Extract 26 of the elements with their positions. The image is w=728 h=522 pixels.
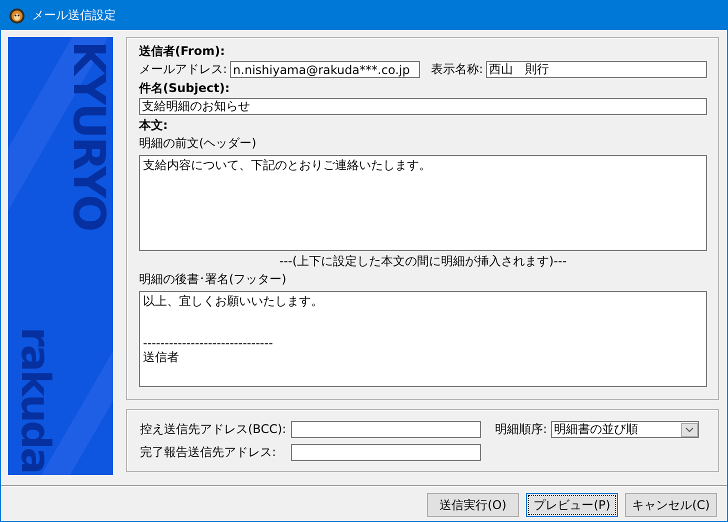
subject-field[interactable]: 支給明細のお知らせ [139, 98, 707, 115]
dialog-button[interactable]: キャンセル(C) [625, 493, 717, 517]
report-address-field[interactable] [291, 444, 481, 461]
dialog-button[interactable]: プレビュー(P) [526, 493, 618, 517]
bcc-field[interactable] [291, 421, 481, 438]
field-label: 明細の前文(ヘッダー) [139, 135, 258, 152]
brand-text: KYURYO [63, 41, 113, 230]
field-label: 明細順序: [495, 421, 548, 438]
address-field[interactable]: n.nishiyama@rakuda***.co.jp [230, 61, 420, 78]
field-label: 控え送信先アドレス(BCC): [140, 421, 288, 438]
display-name-field[interactable]: 西山 則行 [486, 61, 707, 78]
header-text-area[interactable]: 支給内容について、下記のとおりご連絡いたします。 [139, 155, 707, 251]
window-title: メール送信設定 [32, 7, 116, 24]
section-heading: 件名(Subject): [139, 81, 231, 95]
chevron-down-icon [681, 422, 698, 436]
footer-text-area[interactable]: 以上、宜しくお願いいたします。 ------------------------------ 送信者 [139, 291, 707, 387]
brand-text: rakuda [12, 327, 58, 472]
section-heading: 本文: [139, 118, 169, 132]
section-heading: 送信者(From): [139, 44, 226, 58]
dialog-button[interactable]: 送信実行(O) [427, 493, 519, 517]
order-dropdown[interactable]: 明細書の並び順 [551, 421, 700, 438]
field-label: メールアドレス: [139, 61, 228, 78]
field-label: 明細の後書･署名(フッター) [139, 271, 288, 288]
field-label: 表示名称: [431, 61, 484, 78]
field-label: 完了報告送信先アドレス: [140, 444, 278, 461]
note-text: ---(上下に設定した本文の間に明細が挿入されます)--- [278, 254, 568, 268]
